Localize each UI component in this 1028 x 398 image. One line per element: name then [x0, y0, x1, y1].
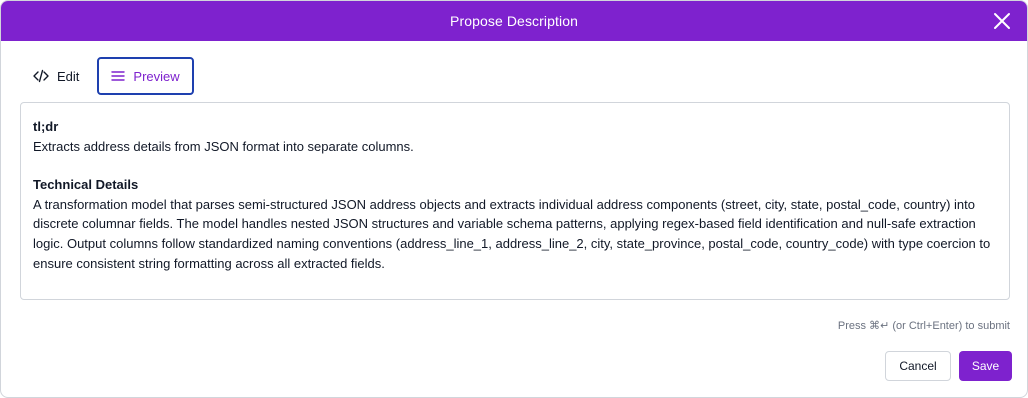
description-preview: tl;dr Extracts address details from JSON… [20, 102, 1010, 300]
dialog-title: Propose Description [450, 13, 578, 29]
tab-edit[interactable]: Edit [21, 59, 91, 93]
tldr-heading: tl;dr [33, 119, 59, 134]
tab-preview-label: Preview [133, 68, 180, 84]
close-icon[interactable] [991, 10, 1013, 32]
save-button[interactable]: Save [959, 351, 1012, 381]
technical-details-text: A transformation model that parses semi-… [33, 196, 991, 271]
technical-details-heading: Technical Details [33, 177, 139, 193]
mode-tabs: Edit Preview [21, 57, 194, 95]
cancel-button[interactable]: Cancel [885, 351, 951, 381]
tldr-text: Extracts address details from JSON forma… [33, 138, 414, 154]
tab-edit-label: Edit [57, 68, 80, 84]
submit-shortcut-hint: Press ⌘↵ (or Ctrl+Enter) to submit [837, 320, 1010, 332]
lines-icon [111, 70, 126, 82]
code-icon [33, 69, 49, 83]
propose-description-dialog: Propose Description Edit Preview tl;dr E… [0, 0, 1028, 398]
dialog-header: Propose Description [1, 1, 1027, 41]
tab-preview[interactable]: Preview [97, 57, 194, 95]
